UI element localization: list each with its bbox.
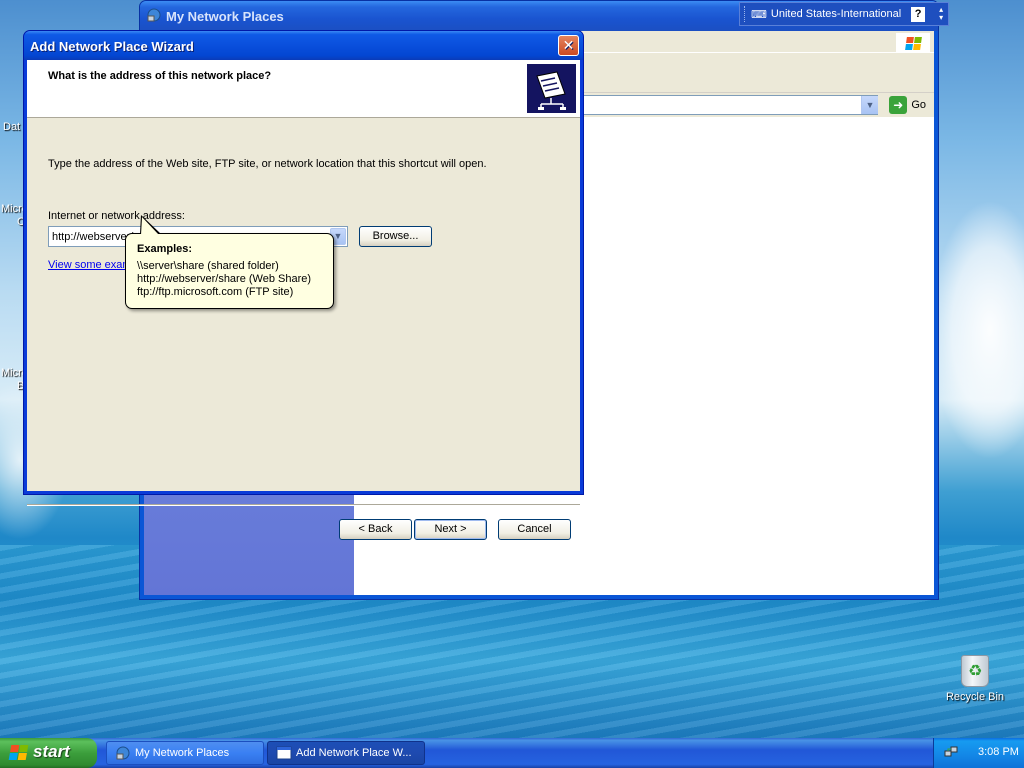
wallpaper-cloud (930, 200, 1024, 460)
windows-logo-icon (896, 33, 930, 53)
button-separator (27, 504, 580, 506)
network-status-icon[interactable] (944, 745, 958, 759)
go-label: Go (911, 99, 926, 111)
help-icon[interactable]: ? (911, 6, 926, 22)
tooltip-line: \\server\share (shared folder) (137, 260, 279, 272)
windows-logo-icon (8, 745, 29, 760)
recycle-bin-icon (961, 655, 989, 687)
window-icon (276, 746, 292, 760)
language-bar-grip[interactable] (744, 6, 747, 22)
language-bar-options-icon[interactable]: ▴ ▾ (939, 6, 943, 22)
explorer-title: My Network Places (166, 9, 284, 24)
wizard-heading: What is the address of this network plac… (48, 70, 272, 82)
wizard-titlebar[interactable]: Add Network Place Wizard ✕ (24, 31, 583, 60)
taskbar-button-my-network-places[interactable]: My Network Places (106, 741, 264, 765)
tooltip-line: ftp://ftp.microsoft.com (FTP site) (137, 286, 294, 298)
tooltip-line: http://webserver/share (Web Share) (137, 273, 312, 285)
start-button[interactable]: start (0, 738, 97, 768)
wizard-description: Type the address of the Web site, FTP si… (48, 158, 487, 170)
clock[interactable]: 3:08 PM (978, 746, 1019, 758)
back-button[interactable]: < Back (339, 519, 412, 540)
recycle-bin-desktop-icon[interactable]: Recycle Bin (940, 655, 1010, 703)
taskbar-button-label: My Network Places (135, 747, 230, 759)
next-button[interactable]: Next > (414, 519, 487, 540)
browse-button[interactable]: Browse... (359, 226, 432, 247)
taskbar-button-label: Add Network Place W... (296, 747, 412, 759)
examples-tooltip: Examples: \\server\share (shared folder)… (125, 215, 334, 309)
tooltip-title: Examples: (137, 243, 193, 255)
tooltip-tail-fill (141, 217, 159, 235)
keyboard-icon: ⌨ (751, 8, 767, 21)
network-folder-icon (527, 64, 576, 113)
wizard-header: What is the address of this network plac… (27, 60, 580, 118)
view-examples-link[interactable]: View some exam (48, 259, 132, 271)
start-label: start (33, 742, 70, 761)
address-dropdown-button[interactable]: ▼ (861, 96, 878, 114)
close-button[interactable]: ✕ (558, 35, 579, 56)
go-button[interactable]: ➜ Go (889, 96, 926, 114)
cancel-button[interactable]: Cancel (498, 519, 571, 540)
go-arrow-icon: ➜ (889, 96, 908, 114)
language-bar[interactable]: ⌨ United States-International ? ▴ ▾ (739, 2, 949, 26)
wizard-title: Add Network Place Wizard (30, 39, 194, 54)
network-places-icon (147, 8, 161, 22)
taskbar-button-add-network-place-wizard[interactable]: Add Network Place W... (267, 741, 425, 765)
address-label: Internet or network address: (48, 210, 185, 222)
desktop-icon-label[interactable]: Dat (3, 121, 20, 133)
recycle-bin-label: Recycle Bin (945, 691, 1005, 703)
network-places-icon (116, 746, 130, 760)
language-name[interactable]: United States-International (771, 8, 901, 20)
taskbar: start My Network Places Add Network Plac… (0, 738, 1024, 768)
system-tray: 3:08 PM (933, 738, 1024, 768)
